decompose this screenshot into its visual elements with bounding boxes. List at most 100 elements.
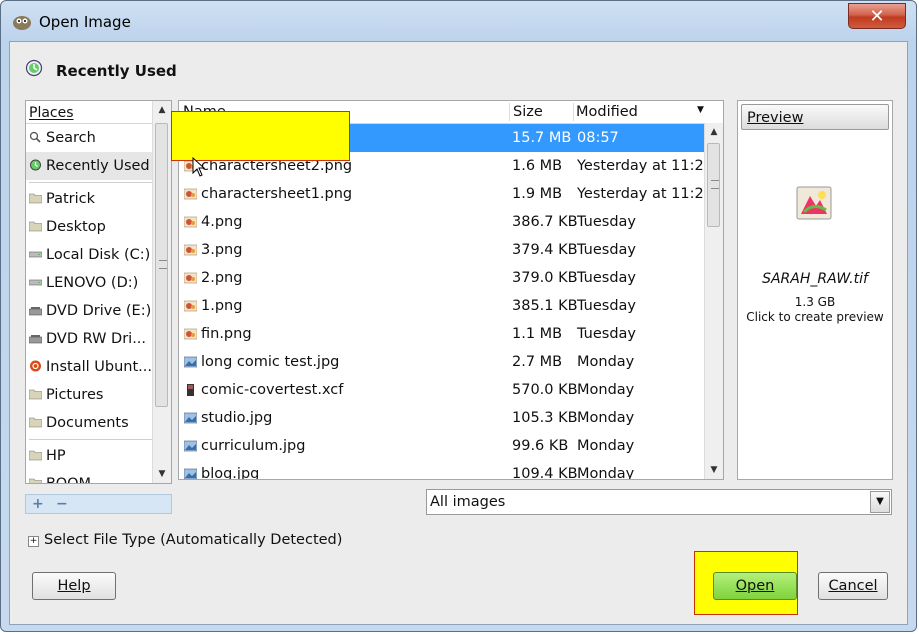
png-file-icon: [184, 300, 197, 312]
file-name: curriculum.jpg: [201, 438, 306, 454]
modified-column-header[interactable]: Modified: [576, 104, 638, 120]
jpg-file-icon: [184, 440, 197, 452]
file-name: studio.jpg: [201, 410, 273, 426]
scroll-down-icon[interactable]: ▼: [153, 465, 171, 483]
file-modified: Monday: [577, 410, 635, 426]
file-row[interactable]: 3.png 379.4 KB Tuesday: [179, 236, 723, 264]
chevron-down-icon[interactable]: ▼: [870, 491, 890, 513]
filter-value: All images: [430, 494, 506, 510]
file-size: 1.1 MB: [512, 326, 563, 342]
close-button[interactable]: ✕: [848, 3, 906, 29]
file-row[interactable]: blog.jpg 109.4 KB Monday: [179, 460, 723, 480]
file-name: long comic test.jpg: [201, 354, 340, 370]
places-scrollbar[interactable]: ▲ ▼: [152, 101, 171, 483]
place-pictures[interactable]: Pictures: [26, 381, 171, 409]
title-bar[interactable]: Open Image ✕: [1, 1, 916, 41]
file-size: 379.0 KB: [512, 270, 578, 286]
file-row[interactable]: 4.png 386.7 KB Tuesday: [179, 208, 723, 236]
folder-icon: [29, 221, 42, 232]
file-row[interactable]: 1.png 385.1 KB Tuesday: [179, 292, 723, 320]
column-separator: [573, 103, 574, 121]
places-header[interactable]: Places: [26, 101, 171, 124]
optical-drive-icon: [29, 307, 42, 316]
place-dvd-rw-drive[interactable]: DVD RW Dri...: [26, 325, 171, 353]
expand-icon: +: [28, 536, 39, 547]
grip-icon: [159, 260, 167, 269]
file-row[interactable]: charactersheet1.png 1.9 MB Yesterday at 11…: [179, 180, 723, 208]
files-scrollbar[interactable]: ▲ ▼: [704, 123, 723, 479]
jpg-file-icon: [184, 468, 197, 479]
file-row[interactable]: curriculum.jpg 99.6 KB Monday: [179, 432, 723, 460]
place-desktop[interactable]: Desktop: [26, 213, 171, 241]
image-file-icon: [796, 186, 832, 220]
file-modified: Tuesday: [577, 214, 636, 230]
places-add-remove-bar: + −: [25, 494, 172, 514]
file-size: 15.7 MB: [512, 130, 572, 146]
scroll-up-icon[interactable]: ▲: [153, 101, 171, 119]
place-install-ubuntu[interactable]: Install Ubunt...: [26, 353, 171, 381]
file-modified: Monday: [577, 354, 635, 370]
place-documents[interactable]: Documents: [26, 409, 171, 437]
size-column-header[interactable]: Size: [513, 104, 543, 120]
place-patrick[interactable]: Patrick: [26, 185, 171, 213]
file-modified: Monday: [577, 382, 635, 398]
preview-button[interactable]: Preview: [741, 104, 889, 130]
gimp-icon: [13, 16, 31, 30]
file-name: 4.png: [201, 214, 243, 230]
window-title: Open Image: [39, 13, 131, 31]
column-separator: [509, 103, 510, 121]
place-boom[interactable]: BOOM: [26, 470, 171, 483]
scroll-down-icon[interactable]: ▼: [705, 461, 723, 479]
open-button[interactable]: Open: [713, 572, 797, 600]
preview-hint[interactable]: Click to create preview: [738, 310, 892, 324]
jpg-file-icon: [184, 412, 197, 424]
file-row[interactable]: comic-covertest.xcf 570.0 KB Monday: [179, 376, 723, 404]
places-scroll-thumb[interactable]: [155, 123, 168, 407]
file-name: 1.png: [201, 298, 243, 314]
file-size: 570.0 KB: [512, 382, 578, 398]
cancel-button[interactable]: Cancel: [818, 572, 888, 600]
search-icon: [29, 131, 41, 143]
help-button[interactable]: Help: [32, 572, 116, 600]
place-lenovo-d[interactable]: LENOVO (D:): [26, 269, 171, 297]
place-hp[interactable]: HP: [26, 442, 171, 470]
optical-drive-icon: [29, 335, 42, 344]
folder-icon: [29, 417, 42, 428]
grip-icon: [711, 180, 719, 189]
sort-descending-icon: ▼: [697, 105, 704, 115]
preview-file-name: SARAH_RAW.tif: [762, 271, 868, 287]
jpg-file-icon: [184, 356, 197, 368]
place-dvd-drive-e[interactable]: DVD Drive (E:): [26, 297, 171, 325]
select-file-type-expander[interactable]: + Select File Type (Automatically Detecte…: [28, 532, 342, 548]
png-file-icon: [184, 244, 197, 256]
file-modified: Yesterday at 11:21: [577, 186, 713, 202]
png-file-icon: [184, 328, 197, 340]
file-filter-dropdown[interactable]: All images ▼: [426, 489, 892, 515]
file-name: 3.png: [201, 242, 243, 258]
place-recently-used[interactable]: Recently Used: [26, 152, 171, 180]
location-label: Recently Used: [56, 62, 177, 80]
file-row[interactable]: long comic test.jpg 2.7 MB Monday: [179, 348, 723, 376]
ubuntu-icon: [30, 360, 41, 372]
file-row[interactable]: fin.png 1.1 MB Tuesday: [179, 320, 723, 348]
file-row[interactable]: studio.jpg 105.3 KB Monday: [179, 404, 723, 432]
place-search[interactable]: Search: [26, 124, 171, 152]
file-modified: 08:57: [577, 130, 619, 146]
places-panel: Places Search Recently Used Patrick Desk…: [25, 100, 172, 484]
file-size: 99.6 KB: [512, 438, 569, 454]
add-bookmark-button[interactable]: +: [32, 496, 44, 512]
preview-file-size: 1.3 GB: [794, 295, 836, 309]
remove-bookmark-button[interactable]: −: [56, 496, 68, 512]
places-divider: [29, 182, 168, 183]
file-modified: Tuesday: [577, 326, 636, 342]
files-scroll-thumb[interactable]: [707, 143, 720, 227]
folder-icon: [29, 389, 42, 400]
file-rows: SARAH_RAW.tif15.7 MB08:57charactersheet2…: [179, 124, 723, 480]
file-size: 386.7 KB: [512, 214, 578, 230]
place-local-disk-c[interactable]: Local Disk (C:): [26, 241, 171, 269]
drive-icon: [29, 279, 42, 286]
scroll-up-icon[interactable]: ▲: [705, 123, 723, 141]
file-row[interactable]: 2.png 379.0 KB Tuesday: [179, 264, 723, 292]
file-name: fin.png: [201, 326, 252, 342]
file-name: blog.jpg: [201, 466, 260, 480]
